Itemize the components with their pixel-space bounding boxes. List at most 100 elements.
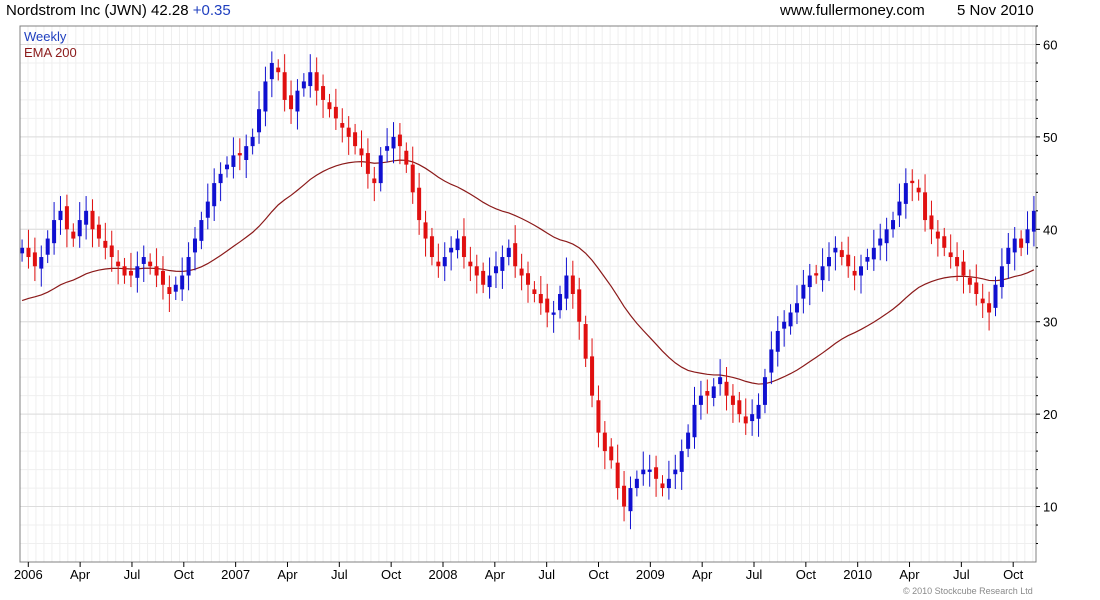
- candle-body: [455, 238, 460, 251]
- candle-body: [903, 183, 908, 204]
- candle-body: [365, 153, 370, 174]
- candle-body: [410, 164, 415, 193]
- candle-body: [378, 155, 383, 184]
- candle-body: [160, 270, 165, 285]
- candle-body: [570, 275, 575, 294]
- candle-body: [743, 416, 748, 424]
- candle-body: [769, 349, 774, 373]
- candle-body: [558, 294, 563, 311]
- candle-body: [596, 400, 601, 433]
- candle-body: [564, 275, 569, 299]
- candle-body: [64, 206, 69, 230]
- candle-body: [891, 220, 896, 230]
- candle-body: [321, 86, 326, 100]
- legend-entry: EMA 200: [24, 45, 77, 60]
- candle-body: [756, 404, 761, 419]
- candle-body: [993, 284, 998, 308]
- candle-body: [987, 303, 992, 313]
- candle-body: [878, 238, 883, 246]
- candle-body: [916, 187, 921, 193]
- candle-body: [884, 229, 889, 244]
- candle-body: [32, 252, 37, 267]
- candle-body: [698, 395, 703, 405]
- candle-body: [289, 95, 294, 110]
- candle-body: [128, 270, 133, 276]
- y-tick-label: 10: [1043, 500, 1057, 515]
- candle-body: [417, 187, 422, 221]
- candle-body: [26, 247, 31, 258]
- candle-body: [327, 102, 332, 110]
- candle-body: [45, 238, 50, 255]
- candle-body: [116, 261, 121, 267]
- candle-body: [212, 183, 217, 207]
- candle-body: [737, 400, 742, 415]
- candle-body: [141, 257, 146, 264]
- candle-body: [762, 377, 767, 405]
- candle-body: [90, 210, 95, 230]
- candle-body: [231, 155, 236, 167]
- candle-body: [487, 275, 492, 288]
- candle-body: [481, 270, 486, 285]
- y-tick-label: 30: [1043, 315, 1057, 330]
- candle-body: [782, 321, 787, 329]
- candle-body: [20, 247, 25, 254]
- candle-body: [692, 404, 697, 438]
- candle-body: [1025, 229, 1030, 244]
- candle-body: [724, 381, 729, 396]
- candle-body: [442, 257, 447, 267]
- candle-body: [814, 273, 819, 276]
- candle-body: [436, 261, 441, 267]
- candle-body: [622, 485, 627, 507]
- candle-body: [775, 330, 780, 352]
- candle-body: [967, 277, 972, 285]
- candle-body: [942, 236, 947, 248]
- candle-body: [833, 247, 838, 253]
- candle-body: [801, 284, 806, 299]
- legend: WeeklyEMA 200: [24, 29, 77, 60]
- x-tick-label: Jul: [746, 567, 763, 582]
- candle-body: [103, 240, 108, 248]
- candle-body: [314, 72, 319, 91]
- candle-body: [974, 282, 979, 294]
- candle-body: [397, 134, 402, 147]
- candle-body: [730, 395, 735, 405]
- candle-body: [96, 224, 101, 239]
- candle-body: [333, 106, 338, 119]
- x-tick-label: 2009: [636, 567, 665, 582]
- candle-body: [673, 469, 678, 475]
- candle-body: [679, 451, 684, 472]
- x-tick-label: Jul: [124, 567, 141, 582]
- candle-body: [71, 231, 76, 239]
- candle-body: [154, 266, 159, 276]
- candle-body: [1019, 238, 1024, 248]
- candle-body: [340, 123, 345, 128]
- candle-body: [122, 266, 127, 276]
- x-tick-label: 2006: [14, 567, 43, 582]
- x-tick-label: 2008: [429, 567, 458, 582]
- candle-body: [711, 386, 716, 398]
- candle-body: [1012, 238, 1017, 253]
- x-tick-label: Oct: [381, 567, 402, 582]
- candle-body: [609, 446, 614, 461]
- y-tick-label: 50: [1043, 130, 1057, 145]
- x-tick-label: Apr: [277, 567, 298, 582]
- x-tick-label: Oct: [588, 567, 609, 582]
- candle-body: [500, 257, 505, 271]
- candle-body: [577, 289, 582, 322]
- candle-body: [794, 303, 799, 313]
- candle-body: [346, 127, 351, 137]
- candle-body: [109, 245, 114, 258]
- candle-body: [628, 488, 633, 512]
- candle-body: [250, 136, 255, 147]
- candle-body: [135, 266, 140, 278]
- candle-body: [826, 257, 831, 267]
- candle-body: [705, 391, 710, 396]
- candle-body: [263, 81, 268, 112]
- candle-body: [308, 72, 313, 87]
- candle-body: [961, 261, 966, 276]
- x-tick-label: Oct: [1003, 567, 1024, 582]
- candle-body: [1006, 247, 1011, 264]
- candle-body: [301, 81, 306, 89]
- candle-body: [404, 150, 409, 165]
- candle-body: [385, 146, 390, 151]
